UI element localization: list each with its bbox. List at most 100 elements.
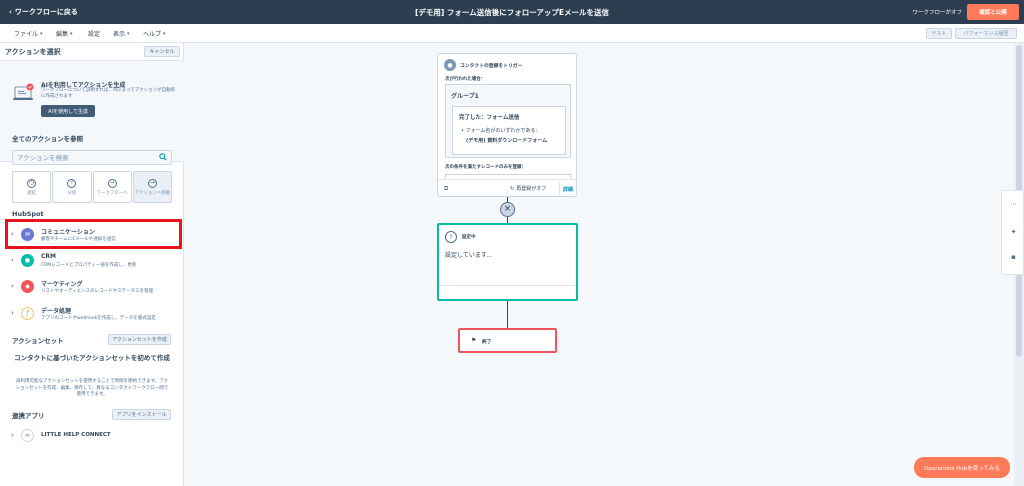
close-icon[interactable]: × <box>500 202 515 217</box>
trigger-header: ● コンタクトの登録をトリガー <box>444 59 522 71</box>
hubspot-heading: HubSpot <box>12 210 44 218</box>
chevron-down-icon: ▾ <box>163 30 166 37</box>
performance-history-button[interactable]: パフォーマンス履歴 <box>955 28 1017 39</box>
branch-icon: ⑂ <box>67 178 77 188</box>
function-icon: ƒ <box>21 307 34 320</box>
grid-dots-icon[interactable]: ⋯ <box>1008 198 1019 209</box>
menu-bar: ファイル ▾ 編集 ▾ 設定 表示 ▾ ヘルプ ▾ テスト パフォーマンス履歴 <box>0 24 1024 43</box>
action-name: CRM <box>41 253 56 260</box>
menu-label: ヘルプ <box>143 31 162 38</box>
action-name: データ処理 <box>41 308 72 315</box>
action-sets-heading: アクションセット <box>12 337 64 345</box>
menu-label: ファイル <box>14 31 39 38</box>
pending-action-card[interactable]: ? 設定中 設定しています... <box>437 223 578 301</box>
chevron-right-icon: › <box>11 282 14 290</box>
filter-box: 完了した：フォーム送信 • フォーム名がのいずれかである： (デモ用) 資料ダウ… <box>452 106 566 155</box>
category-label: 分岐 <box>67 190 77 196</box>
category-to-workflow[interactable]: → ワークフローへ <box>92 171 132 203</box>
workflow-title[interactable]: [デモ用] フォーム送信後にフォローアップEメールを送信 <box>0 7 1024 18</box>
create-action-set-button[interactable]: アクションセットを作成 <box>108 334 171 345</box>
action-crm[interactable]: › ● CRM CRMレコードとプロパティー値を作成し、更新 <box>8 248 180 274</box>
ai-laptop-icon <box>13 83 34 100</box>
category-label: アクションへ移動 <box>134 190 171 196</box>
group-title: グループ1 <box>451 93 479 100</box>
end-label: 終了 <box>482 340 492 345</box>
search-icon <box>159 153 167 161</box>
category-delay[interactable]: ◷ 遅延 <box>12 171 52 203</box>
copy-icon[interactable]: ⧉ <box>444 185 448 193</box>
menu-label: 編集 <box>56 31 69 38</box>
chevron-right-icon: › <box>11 256 14 264</box>
chevron-down-icon: ▾ <box>70 30 73 37</box>
category-label: 遅延 <box>27 190 37 196</box>
sparkle-icon[interactable]: ✦ <box>1008 226 1019 237</box>
panel-header: アクションを選択 キャンセル <box>0 43 184 61</box>
comment-icon[interactable]: ▪ <box>1008 251 1019 262</box>
menu-settings[interactable]: 設定 <box>88 29 100 38</box>
menu-help[interactable]: ヘルプ ▾ <box>143 29 166 39</box>
action-sets-description: 再利用可能なアクションセットを使用することで時間を節約できます。アクションセット… <box>15 379 169 397</box>
details-link[interactable]: 詳細 <box>559 182 576 196</box>
filter-group: グループ1 完了した：フォーム送信 • フォーム名がのいずれかである： (デモ用… <box>445 84 571 158</box>
chevron-down-icon: ▾ <box>40 30 43 37</box>
pending-body: 設定しています... <box>445 252 493 259</box>
action-name: マーケティング <box>41 281 83 288</box>
filter-condition: • フォーム名がのいずれかである： <box>461 128 541 134</box>
arrow-right-icon: → <box>147 178 157 188</box>
top-header: ‹ ワークフローに戻る [デモ用] フォーム送信後にフォローアップEメールを送信… <box>0 0 1024 24</box>
pending-header: ? 設定中 <box>445 231 476 243</box>
action-data-processing[interactable]: › ƒ データ処理 アプリのコードやwebhookを作成し、データを書式設定 <box>8 301 180 327</box>
filter-value: (デモ用) 資料ダウンロードフォーム <box>466 138 548 144</box>
highlight-box <box>5 219 182 249</box>
action-description: リストやオーディエンスのレコードやステータスを管理 <box>41 289 154 294</box>
trigger-footer: ⧉ ↻ 再登録がオフ 詳細 <box>438 179 576 196</box>
category-label: ワークフローへ <box>96 190 128 196</box>
review-publish-button[interactable]: 確認と公開 <box>967 4 1019 20</box>
action-marketing[interactable]: › ◆ マーケティング リストやオーディエンスのレコードやステータスを管理 <box>8 274 180 300</box>
chevron-right-icon: › <box>11 431 14 439</box>
people-icon: ● <box>21 254 34 267</box>
filter-title: 完了した：フォーム送信 <box>459 115 520 121</box>
pending-label: 設定中 <box>462 235 476 240</box>
clock-icon: ◷ <box>27 178 37 188</box>
reenroll-status: 再登録がオフ <box>516 186 547 192</box>
reenroll-toggle[interactable]: ↻ 再登録がオフ <box>510 185 547 193</box>
canvas-side-toolbar: ⋯ ✦ ▪ <box>1001 190 1024 275</box>
partial-filter-box <box>445 174 571 178</box>
question-icon: ? <box>445 231 457 243</box>
action-panel: アクションを選択 キャンセル AIを利用してアクションを生成 ワークフローについ… <box>0 43 184 486</box>
megaphone-icon: ◆ <box>21 280 34 293</box>
refresh-icon: ↻ <box>510 185 515 192</box>
menu-view[interactable]: 表示 ▾ <box>113 29 130 39</box>
action-sets-title: コンタクトに基づいたアクションセットを初めて作成 <box>14 354 170 362</box>
browse-heading: 全てのアクションを参照 <box>12 135 84 143</box>
action-description: CRMレコードとプロパティー値を作成し、更新 <box>41 263 137 268</box>
chevron-down-icon: ▾ <box>127 30 130 37</box>
test-button[interactable]: テスト <box>926 28 952 39</box>
reenroll-condition: 次の条件を満たすレコードのみを登録： <box>445 165 526 170</box>
category-go-to-action[interactable]: → アクションへ移動 <box>132 171 172 203</box>
end-node[interactable]: ⚑ 終了 <box>458 328 557 353</box>
app-little-help-connect[interactable]: › ∞ LITTLE HELP CONNECT <box>8 427 180 445</box>
app-name: LITTLE HELP CONNECT <box>41 432 111 438</box>
ai-generate-button[interactable]: AIを使用して生成 <box>41 105 95 117</box>
enrollment-trigger-card[interactable]: ● コンタクトの登録をトリガー 次が行われた場合： グループ1 完了した：フォー… <box>437 53 577 197</box>
ai-description: ワークフローについて説明すれば、AIによってアクションが自動的に作成されます <box>41 88 176 99</box>
category-branch[interactable]: ⑂ 分岐 <box>52 171 92 203</box>
category-tiles: ◷ 遅延 ⑂ 分岐 → ワークフローへ → アクションへ移動 <box>12 171 172 203</box>
workflow-canvas[interactable] <box>185 43 1014 486</box>
menu-file[interactable]: ファイル ▾ <box>14 29 43 39</box>
link-icon: ∞ <box>21 429 34 442</box>
install-app-button[interactable]: アプリをインストール <box>112 409 171 420</box>
menu-label: 表示 <box>113 31 126 38</box>
menu-edit[interactable]: 編集 ▾ <box>56 29 73 39</box>
operations-hub-button[interactable]: Operations Hubを使ってみる <box>914 457 1010 478</box>
workflow-status: ワークフローがオフ <box>912 10 962 16</box>
menu-label: 設定 <box>88 31 101 38</box>
cancel-button[interactable]: キャンセル <box>144 46 180 57</box>
arrow-right-icon: → <box>107 178 117 188</box>
action-search-input[interactable] <box>13 151 153 164</box>
connector-line <box>507 301 508 328</box>
action-search[interactable] <box>12 150 172 165</box>
panel-title: アクションを選択 <box>5 48 61 56</box>
